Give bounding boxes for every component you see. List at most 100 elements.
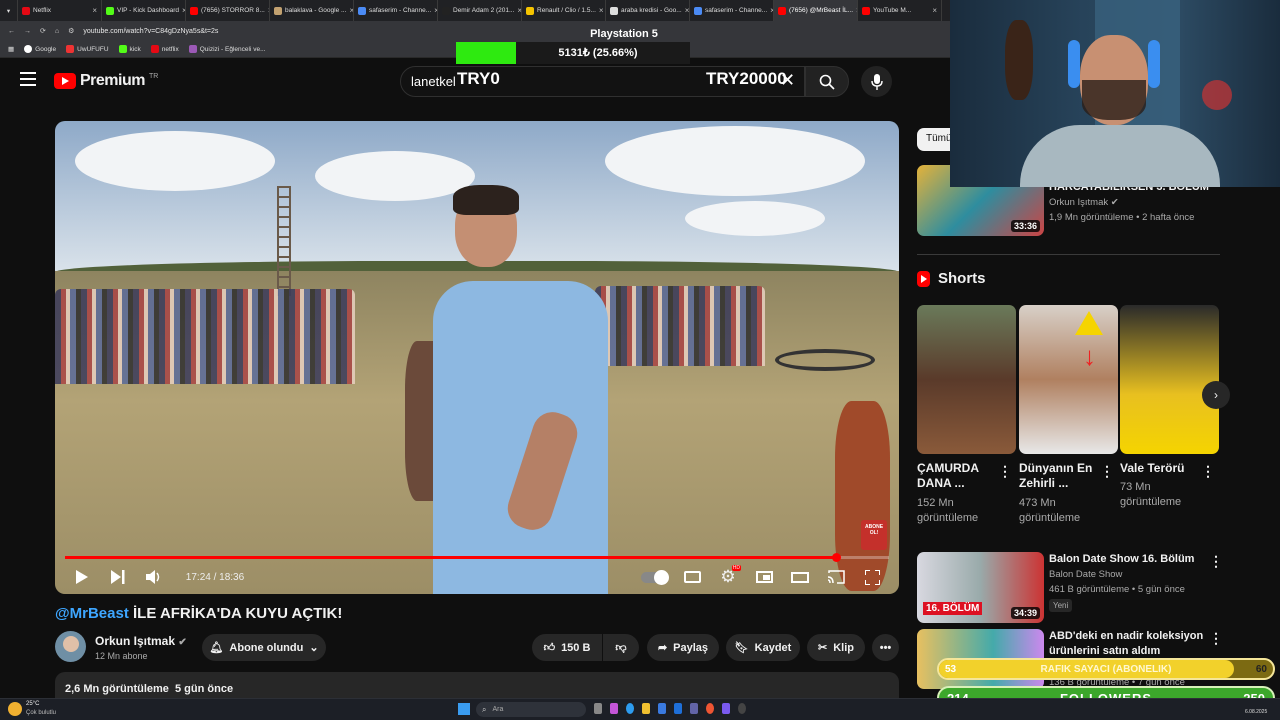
- short-views-1: 152 Mn görüntüleme: [917, 496, 978, 526]
- subscribed-button[interactable]: 🔔︎ Abone olundu ⌄: [202, 634, 326, 661]
- short-title-2[interactable]: Dünyanın En Zehirli ...: [1019, 461, 1092, 491]
- short-thumbnail-3[interactable]: [1120, 305, 1219, 454]
- more-vertical-icon[interactable]: ⋮: [1201, 463, 1215, 480]
- search-button[interactable]: [805, 66, 849, 97]
- chrome-icon[interactable]: [706, 703, 714, 714]
- store-icon[interactable]: [658, 703, 666, 714]
- cast-button[interactable]: [821, 562, 851, 592]
- subtitles-button[interactable]: [677, 562, 707, 592]
- video-progress-played: [65, 556, 836, 559]
- channel-name[interactable]: Orkun Işıtmak ✔: [95, 634, 187, 648]
- edge-icon[interactable]: [626, 703, 634, 714]
- back-icon[interactable]: ←: [8, 28, 15, 35]
- like-button[interactable]: 👍︎ 150 B: [532, 634, 602, 661]
- video-progress-bar[interactable]: [65, 556, 889, 559]
- tab-favicon-icon: [610, 6, 618, 15]
- bookmark-label: kick: [129, 45, 141, 53]
- avatar[interactable]: [55, 631, 86, 662]
- short-views-line: görüntüleme: [1120, 496, 1182, 508]
- home-icon[interactable]: ⌂: [55, 28, 59, 35]
- tab-favicon-icon: [442, 6, 450, 15]
- obs-icon[interactable]: [738, 703, 746, 714]
- browser-tab[interactable]: YouTube M... ×: [858, 0, 942, 21]
- bookmark-quizizi[interactable]: Quizizi - Eğlenceli ve...: [188, 45, 265, 53]
- more-vertical-icon[interactable]: ⋮: [1209, 553, 1223, 570]
- tab-dropdown[interactable]: ▾: [0, 0, 18, 21]
- related-video-title[interactable]: ABD'deki en nadir koleksiyon ürünlerini s…: [1049, 629, 1203, 659]
- short-title-1[interactable]: ÇAMURDA DANA ...: [917, 461, 979, 491]
- more-vertical-icon[interactable]: ⋮: [1100, 463, 1114, 480]
- youtube-premium-logo[interactable]: Premium TR: [54, 72, 158, 90]
- play-button[interactable]: [67, 562, 97, 592]
- bookmark-uwufufu[interactable]: UwUFUFU: [66, 45, 109, 53]
- shorts-next-button[interactable]: ›: [1202, 381, 1230, 409]
- close-tab-icon[interactable]: ×: [599, 6, 604, 15]
- close-tab-icon[interactable]: ×: [932, 6, 937, 15]
- autoplay-toggle[interactable]: [639, 562, 669, 592]
- browser-tab[interactable]: Netflix ×: [18, 0, 102, 21]
- save-button[interactable]: 🔖︎ Kaydet: [726, 634, 800, 661]
- video-player[interactable]: ABONE OL!: [55, 121, 899, 594]
- reload-icon[interactable]: ⟳: [40, 27, 46, 35]
- short-views-line: görüntüleme: [1019, 512, 1081, 524]
- tab-favicon-icon: [526, 6, 534, 15]
- more-actions-button[interactable]: •••: [872, 634, 899, 661]
- short-thumbnail-2[interactable]: ↓: [1019, 305, 1118, 454]
- theater-mode-button[interactable]: [785, 562, 815, 592]
- settings-button[interactable]: ⚙ HD: [713, 562, 743, 592]
- discord-icon[interactable]: [722, 703, 730, 714]
- fullscreen-button[interactable]: [857, 562, 887, 592]
- related-video-thumbnail[interactable]: 16. BÖLÜM 34:39: [917, 552, 1044, 623]
- short-thumbnail-1[interactable]: [917, 305, 1016, 454]
- close-tab-icon[interactable]: ×: [685, 6, 689, 15]
- video-scrubber-handle[interactable]: [832, 553, 841, 562]
- bookmark-kick[interactable]: kick: [118, 45, 141, 53]
- clear-search-icon[interactable]: ✕: [780, 70, 795, 91]
- url-field[interactable]: youtube.com/watch?v=C84gDzNya5s&t=2s: [83, 28, 218, 35]
- close-tab-icon[interactable]: ×: [92, 6, 97, 15]
- task-view-icon[interactable]: [594, 703, 602, 714]
- webcam-violin: [1005, 20, 1033, 100]
- share-button[interactable]: ➦ Paylaş: [647, 634, 719, 661]
- tab-label: (7656) @MrBeast İL...: [789, 7, 854, 14]
- apps-icon[interactable]: ▦: [8, 45, 14, 53]
- browser-tab[interactable]: araba kredisi - Goo... ×: [606, 0, 690, 21]
- browser-tab[interactable]: VIP - Kick Dashboard×: [102, 0, 186, 21]
- browser-tab[interactable]: (7656) STORROR 8...×: [186, 0, 270, 21]
- more-vertical-icon[interactable]: ⋮: [998, 463, 1012, 480]
- site-info-icon[interactable]: ⚙: [68, 27, 74, 35]
- browser-tab[interactable]: safaserim - Channe...×: [354, 0, 438, 21]
- browser-tab[interactable]: safaserim - Channe...×: [690, 0, 774, 21]
- browser-tab[interactable]: Renault / Clio / 1.5... ×: [522, 0, 606, 21]
- volume-button[interactable]: [139, 562, 169, 592]
- app-icon[interactable]: [610, 703, 618, 714]
- more-vertical-icon[interactable]: ⋮: [1209, 630, 1223, 647]
- bookmark-netflix[interactable]: netflix: [150, 45, 179, 53]
- mail-icon[interactable]: [674, 703, 682, 714]
- teams-icon[interactable]: [690, 703, 698, 714]
- top-video-channel[interactable]: Orkun Işıtmak ✔: [1049, 195, 1119, 210]
- related-video-channel[interactable]: Balon Date Show: [1049, 567, 1122, 582]
- voice-search-button[interactable]: [861, 66, 892, 97]
- weather-icon[interactable]: [8, 702, 22, 716]
- related-video-title[interactable]: Balon Date Show 16. Bölüm: [1049, 552, 1194, 567]
- short-title-3[interactable]: Vale Terörü: [1120, 461, 1184, 476]
- theater-icon: [791, 571, 809, 583]
- clip-button[interactable]: ✂ Klip: [807, 634, 865, 661]
- taskbar-search[interactable]: ⌕ Ara: [476, 702, 586, 717]
- verified-icon: ✔: [1110, 197, 1119, 208]
- file-explorer-icon[interactable]: [642, 703, 650, 714]
- miniplayer-button[interactable]: [749, 562, 779, 592]
- dislike-button[interactable]: 👎︎: [603, 634, 639, 661]
- video-title-handle[interactable]: @MrBeast: [55, 605, 129, 622]
- windows-start-icon[interactable]: [458, 703, 470, 715]
- bookmark-google[interactable]: Google: [24, 45, 56, 53]
- browser-tab[interactable]: Demir Adam 2 (201... ×: [438, 0, 522, 21]
- tab-label: Demir Adam 2 (201...: [453, 7, 515, 14]
- next-button[interactable]: [103, 562, 133, 592]
- forward-icon[interactable]: →: [24, 28, 31, 35]
- hamburger-menu-icon[interactable]: [20, 72, 36, 86]
- subscribe-watermark[interactable]: ABONE OL!: [861, 520, 887, 550]
- browser-tab[interactable]: (7656) @MrBeast İL...×: [774, 0, 858, 21]
- browser-tab[interactable]: balaklava - Google ... ×: [270, 0, 354, 21]
